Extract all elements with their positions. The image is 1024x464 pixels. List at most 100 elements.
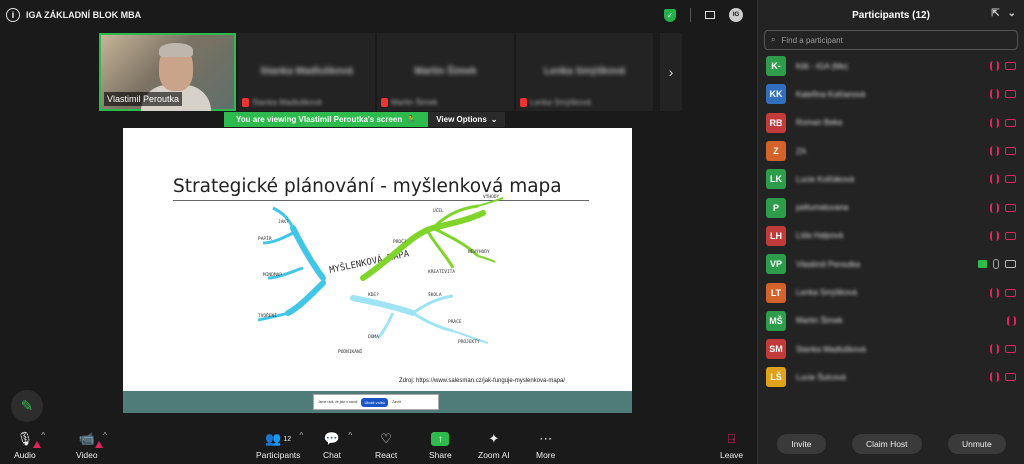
- chevron-up-icon[interactable]: ^: [299, 431, 303, 440]
- participant-row[interactable]: VP Vlastimil Peroutka: [758, 250, 1024, 278]
- zoom-ai-button[interactable]: ✦ Zoom AI: [478, 430, 510, 460]
- video-off-icon[interactable]: [1005, 147, 1016, 156]
- close-panel-icon[interactable]: ⌄: [1008, 8, 1016, 19]
- participants-panel: Participants (12) ⇱ ⌄ ⌕ Find a participa…: [757, 0, 1024, 464]
- cookie-close-button[interactable]: Zavřít: [392, 400, 401, 404]
- search-icon: ⌕: [771, 35, 776, 44]
- participant-row[interactable]: K- Kliš - IGA (Me): [758, 52, 1024, 80]
- participant-row[interactable]: RB Roman Beka: [758, 109, 1024, 137]
- video-off-icon[interactable]: [1005, 373, 1016, 382]
- muted-mic-icon[interactable]: [990, 146, 999, 157]
- participant-avatar: KK: [766, 84, 786, 105]
- video-off-icon[interactable]: [1005, 288, 1016, 297]
- thumbnail-center-name: Lenka Smýšková: [543, 66, 626, 77]
- participant-hair: [159, 43, 193, 57]
- participant-name: ZA: [796, 146, 807, 156]
- video-camera-icon[interactable]: [1005, 260, 1016, 269]
- muted-mic-icon[interactable]: [990, 287, 999, 298]
- more-button[interactable]: ⋯ More: [536, 430, 555, 460]
- participant-name: Roman Beka: [796, 118, 843, 128]
- video-off-icon[interactable]: [1005, 118, 1016, 127]
- mind-map-label: JAK?: [278, 219, 289, 225]
- meeting-toolbar: 🎙 ^ Audio 📹 ^ Video 👥 12 ^ Participants 💬 ^ C…: [0, 428, 757, 464]
- chat-button[interactable]: 💬 ^ Chat: [323, 430, 352, 460]
- participants-label: Participants: [256, 450, 301, 460]
- view-options-button[interactable]: View Options ⌄: [428, 112, 506, 127]
- meeting-info-icon[interactable]: i: [6, 8, 20, 22]
- muted-mic-icon[interactable]: [990, 117, 999, 128]
- mind-map-label: PROČ?: [393, 238, 407, 245]
- muted-mic-icon[interactable]: [1007, 315, 1016, 326]
- participant-row[interactable]: Z ZA: [758, 137, 1024, 165]
- mic-icon: 🎙: [16, 431, 34, 446]
- muted-mic-icon[interactable]: [990, 344, 999, 355]
- muted-mic-icon[interactable]: [990, 202, 999, 213]
- video-thumbnail[interactable]: Stanka Madlušková Stanka Madlušková: [238, 33, 375, 111]
- cookie-save-button[interactable]: Ulozit volbu: [361, 397, 389, 407]
- mind-map-label: TVOŘENÍ: [258, 311, 277, 319]
- panel-footer: Invite Claim Host Unmute: [758, 424, 1024, 464]
- video-off-icon[interactable]: [1005, 231, 1016, 240]
- leave-button[interactable]: ⍈ Leave: [720, 430, 743, 460]
- participant-row[interactable]: MŠ Martin Šimek: [758, 307, 1024, 335]
- video-off-icon[interactable]: [1005, 175, 1016, 184]
- viewing-text: You are viewing Vlastimil Peroutka's scr…: [236, 115, 403, 124]
- user-avatar[interactable]: IG: [729, 8, 743, 22]
- muted-mic-icon[interactable]: [990, 61, 999, 72]
- participant-avatar: LŠ: [766, 367, 786, 388]
- video-thumbnail[interactable]: Martin Šimek Martin Šimek: [377, 33, 514, 111]
- divider: [690, 8, 691, 22]
- chevron-up-icon[interactable]: ^: [103, 431, 107, 440]
- participant-row[interactable]: LŠ Lucie Šulcová: [758, 363, 1024, 391]
- muted-mic-icon[interactable]: [990, 174, 999, 185]
- participant-avatar: MŠ: [766, 310, 786, 331]
- participant-row[interactable]: LH Lída Halpová: [758, 222, 1024, 250]
- video-thumbnail[interactable]: Lenka Smýšková Lenka Smýšková: [516, 33, 653, 111]
- video-off-icon[interactable]: [1005, 203, 1016, 212]
- warning-icon: [33, 441, 42, 448]
- video-off-icon[interactable]: [1005, 345, 1016, 354]
- thumbnail-name: Lenka Smýšková: [530, 98, 591, 107]
- participant-row[interactable]: LK Lucie Kolčáková: [758, 165, 1024, 193]
- claim-host-button[interactable]: Claim Host: [851, 434, 922, 454]
- participants-button[interactable]: 👥 12 ^ Participants: [256, 430, 303, 460]
- annotate-pencil-button[interactable]: ✎: [11, 390, 43, 422]
- share-label: Share: [429, 450, 452, 460]
- leave-door-icon: ⍈: [727, 431, 736, 446]
- invite-button[interactable]: Invite: [777, 434, 826, 454]
- more-label: More: [536, 450, 556, 460]
- participant-avatar: RB: [766, 112, 786, 133]
- video-button[interactable]: 📹 ^ Video: [76, 430, 107, 460]
- participant-row[interactable]: LT Lenka Smýšková: [758, 278, 1024, 306]
- participant-name: Lucie Šulcová: [796, 372, 846, 382]
- people-icon: 👥: [265, 431, 282, 446]
- participant-avatar: LH: [766, 225, 786, 246]
- muted-mic-icon[interactable]: [990, 372, 999, 383]
- mind-map-label: KDE?: [368, 292, 379, 298]
- encryption-shield-icon[interactable]: ✓: [664, 8, 676, 22]
- participant-search-input[interactable]: ⌕ Find a participant: [764, 30, 1018, 50]
- unmute-button[interactable]: Unmute: [947, 434, 1006, 454]
- participant-row[interactable]: Ppeltumatuvana: [758, 193, 1024, 221]
- chevron-up-icon[interactable]: ^: [41, 431, 45, 440]
- chevron-up-icon[interactable]: ^: [348, 431, 352, 440]
- view-options-label: View Options: [436, 115, 487, 124]
- participant-row[interactable]: SM Stanka Madlušková: [758, 335, 1024, 363]
- muted-mic-icon[interactable]: [990, 230, 999, 241]
- video-label: Video: [76, 450, 98, 460]
- next-thumbnails-button[interactable]: ›: [660, 33, 682, 111]
- audio-button[interactable]: 🎙 ^ Audio: [14, 430, 45, 460]
- video-thumbnail-active[interactable]: Vlastimil Peroutka: [99, 33, 236, 111]
- view-layout-icon[interactable]: [705, 11, 715, 19]
- muted-mic-icon[interactable]: [990, 89, 999, 100]
- mind-map-label: ÚČEL: [433, 207, 444, 214]
- participant-row[interactable]: KK Kateřina Kolčanová: [758, 80, 1024, 108]
- pop-out-icon[interactable]: ⇱: [991, 8, 999, 19]
- react-button[interactable]: ♡ React: [375, 430, 397, 460]
- shared-screen: Strategické plánování - myšlenková mapa …: [123, 128, 632, 413]
- share-button[interactable]: ↑ Share: [429, 430, 452, 460]
- chat-bubble-icon: 💬: [323, 431, 341, 446]
- video-off-icon[interactable]: [1005, 62, 1016, 71]
- video-off-icon[interactable]: [1005, 90, 1016, 99]
- mic-icon[interactable]: [993, 259, 999, 270]
